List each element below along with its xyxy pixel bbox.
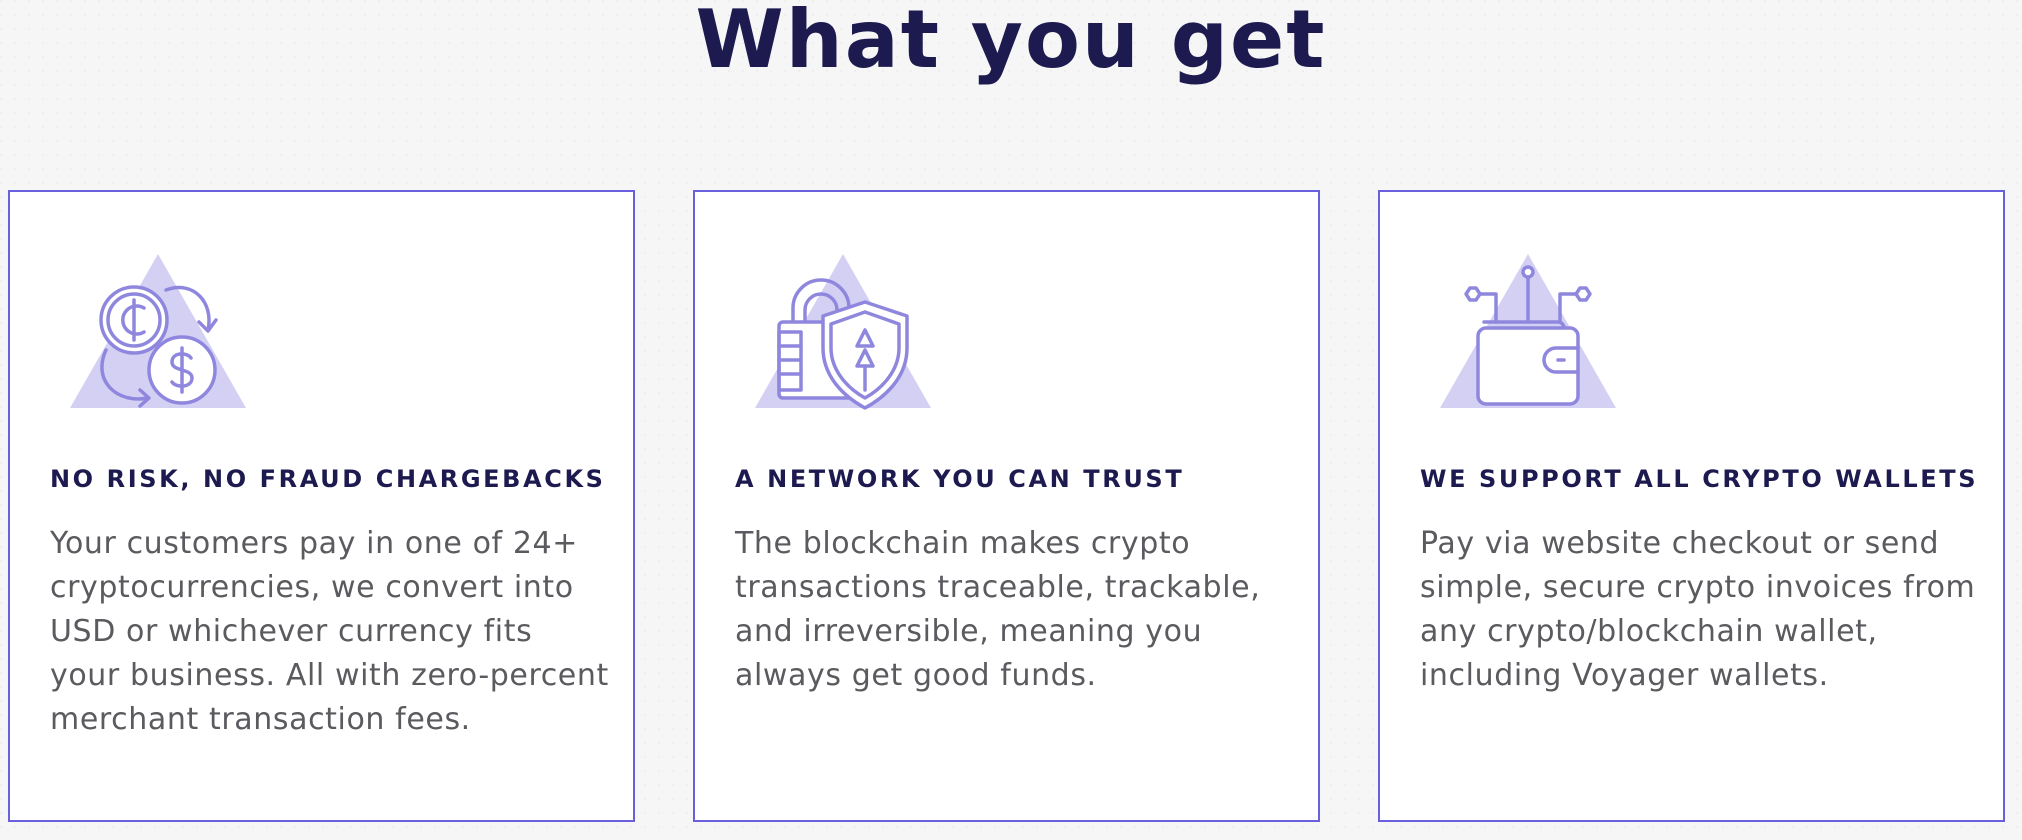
currency-exchange-icon xyxy=(68,252,248,412)
card-body: Pay via website checkout or send simple,… xyxy=(1420,526,1976,693)
card-body: Your customers pay in one of 24+ cryptoc… xyxy=(50,526,609,737)
section-title: What you get xyxy=(695,0,1327,86)
secure-lock-shield-icon xyxy=(753,252,933,412)
card-heading: A NETWORK YOU CAN TRUST xyxy=(735,465,1185,493)
card-body: The blockchain makes crypto transactions… xyxy=(735,526,1261,693)
feature-cards: NO RISK, NO FRAUD CHARGEBACKS Your custo… xyxy=(8,190,2008,826)
card-heading: NO RISK, NO FRAUD CHARGEBACKS xyxy=(50,465,606,493)
card-heading: WE SUPPORT ALL CRYPTO WALLETS xyxy=(1420,465,1979,493)
crypto-wallet-icon xyxy=(1438,252,1618,412)
feature-card-crypto-wallets: WE SUPPORT ALL CRYPTO WALLETS Pay via we… xyxy=(1378,190,2005,822)
feature-card-no-risk: NO RISK, NO FRAUD CHARGEBACKS Your custo… xyxy=(8,190,635,822)
feature-card-network-trust: A NETWORK YOU CAN TRUST The blockchain m… xyxy=(693,190,1320,822)
